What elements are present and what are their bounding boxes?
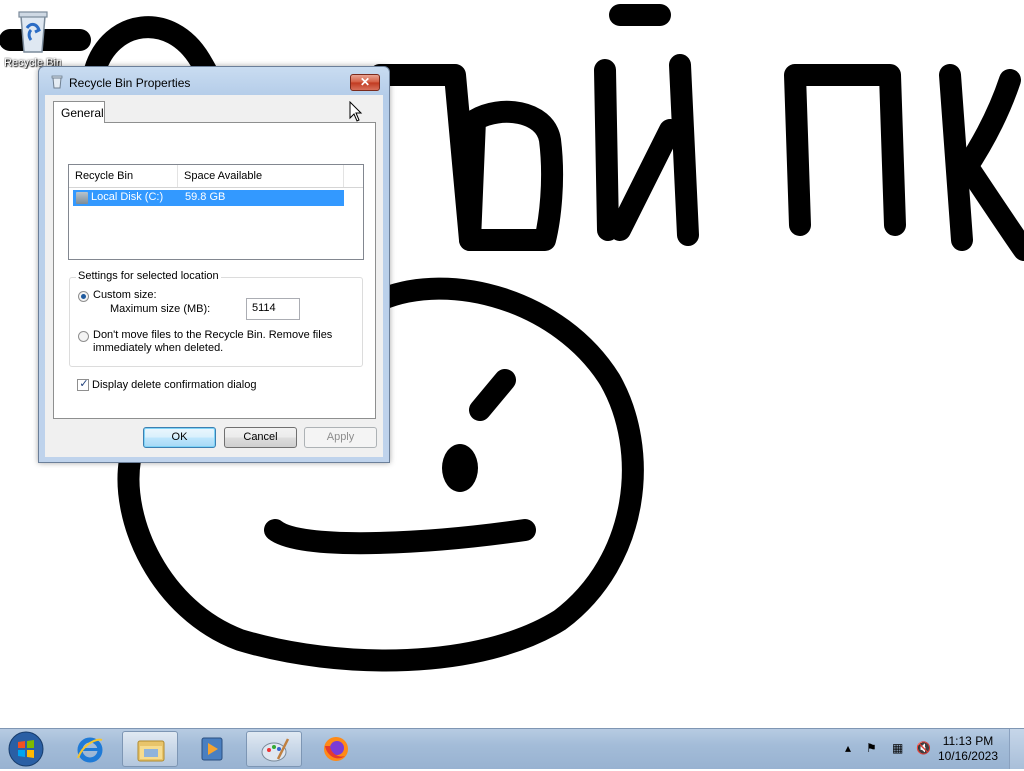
volume-muted-icon[interactable]: 🔇: [916, 741, 931, 755]
recycle-bin-icon: [51, 75, 63, 89]
show-hidden-icons-icon[interactable]: ▴: [845, 741, 851, 755]
action-center-flag-icon[interactable]: ⚑: [866, 741, 877, 755]
desktop-icon-recycle-bin[interactable]: Recycle Bin: [4, 6, 62, 69]
max-size-label: Maximum size (MB):: [110, 303, 211, 315]
list-item[interactable]: Local Disk (C:) 59.8 GB: [73, 190, 344, 206]
space-cell: 59.8 GB: [185, 191, 226, 203]
radio-selected-dot: [81, 294, 86, 299]
list-header: Recycle Bin Location Space Available: [69, 165, 363, 204]
close-button[interactable]: ✕: [350, 74, 380, 91]
hard-disk-icon: [76, 192, 88, 204]
start-button[interactable]: [4, 730, 48, 768]
recycle-bin-location-list[interactable]: Recycle Bin Location Space Available Loc…: [68, 164, 364, 260]
internet-explorer-icon: [77, 737, 103, 763]
show-desktop-button[interactable]: [1009, 729, 1024, 769]
settings-group: Settings for selected location Custom si…: [69, 270, 363, 367]
taskbar-media-player[interactable]: [184, 731, 240, 767]
firefox-icon: [324, 737, 348, 761]
system-clock[interactable]: 11:13 PM 10/16/2023: [938, 734, 998, 764]
taskbar-firefox[interactable]: [308, 731, 364, 767]
column-header-location[interactable]: Recycle Bin Location: [69, 165, 178, 204]
clock-date: 10/16/2023: [937, 749, 998, 763]
tab-label: General: [61, 106, 104, 120]
location-cell: Local Disk (C:): [91, 191, 164, 203]
column-header-space[interactable]: Space Available: [178, 165, 344, 187]
settings-group-title: Settings for selected location: [76, 270, 221, 282]
close-icon: ✕: [359, 75, 371, 89]
tab-general[interactable]: General: [53, 101, 105, 123]
apply-button[interactable]: Apply: [304, 427, 377, 448]
tab-panel-general: Recycle Bin Location Space Available Loc…: [53, 122, 376, 419]
cancel-button[interactable]: Cancel: [224, 427, 297, 448]
taskbar: ▴ ⚑ ▦ 🔇 11:13 PM 10/16/2023: [0, 728, 1024, 769]
dont-move-files-label[interactable]: Don't move files to the Recycle Bin. Rem…: [93, 329, 332, 341]
network-icon[interactable]: ▦: [892, 741, 903, 755]
recycle-bin-properties-dialog: Recycle Bin Properties ✕ General Recycle…: [38, 66, 390, 463]
recycle-bin-icon: [18, 11, 48, 53]
custom-size-label[interactable]: Custom size:: [93, 289, 157, 301]
mouse-cursor-icon: [349, 101, 363, 122]
dont-move-files-radio[interactable]: [78, 331, 89, 342]
display-confirmation-checkbox[interactable]: ✓: [77, 378, 89, 391]
window-title: Recycle Bin Properties: [69, 76, 191, 90]
taskbar-internet-explorer[interactable]: [62, 731, 118, 767]
dialog-client-area: General Recycle Bin Location Space Avail…: [45, 95, 383, 457]
display-confirmation-label[interactable]: Display delete confirmation dialog: [92, 379, 256, 391]
windows-start-icon: [8, 731, 44, 767]
taskbar-windows-explorer[interactable]: [122, 731, 178, 767]
max-size-input[interactable]: 5114: [246, 298, 300, 320]
clock-time: 11:13 PM: [942, 734, 994, 748]
custom-size-radio[interactable]: [78, 291, 89, 302]
dont-move-files-label-cont[interactable]: immediately when deleted.: [93, 342, 223, 354]
taskbar-paint[interactable]: [246, 731, 302, 767]
title-bar[interactable]: Recycle Bin Properties ✕: [39, 67, 389, 97]
folder-icon: [137, 740, 165, 762]
checkmark-icon: ✓: [79, 378, 89, 390]
paint-icon: [261, 738, 290, 762]
media-player-icon: [201, 737, 223, 761]
ok-button[interactable]: OK: [143, 427, 216, 448]
